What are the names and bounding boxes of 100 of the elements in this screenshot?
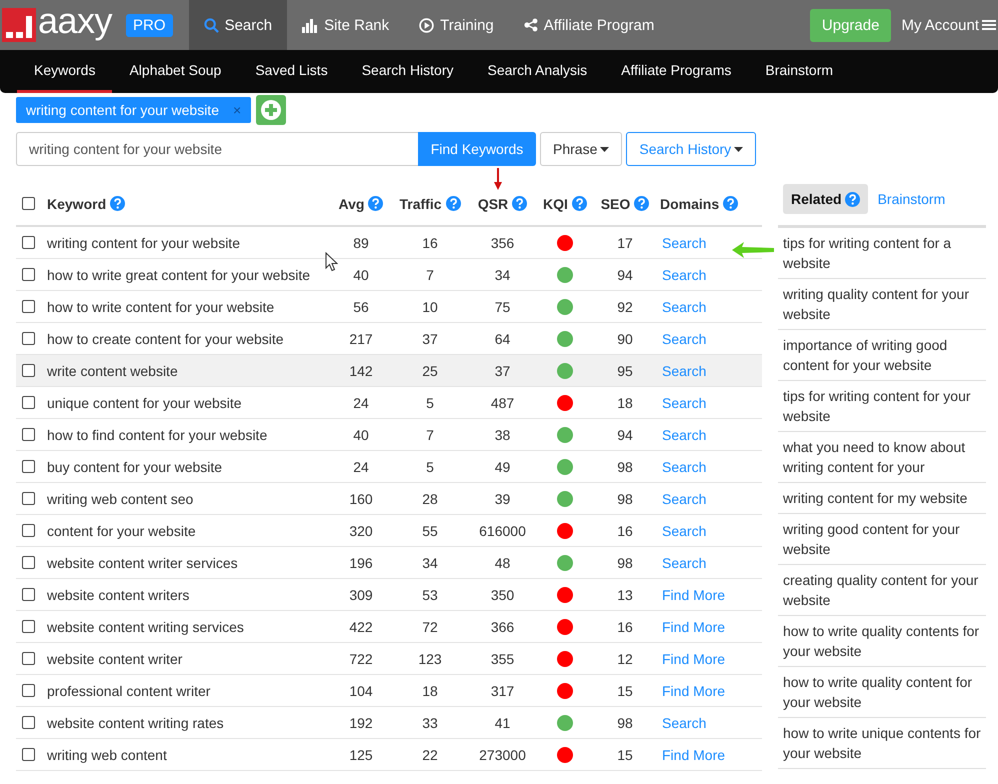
table-row[interactable]: writing web content seo 160 28 39 98 Search [16, 483, 762, 515]
table-cell: 192 [349, 714, 373, 730]
sub-nav-tab[interactable]: Search Analysis [470, 50, 604, 93]
related-keyword[interactable]: tips for writing content for your website [778, 381, 986, 432]
table-cell: 37 [494, 362, 510, 378]
table-row[interactable]: buy content for your website 24 5 49 98 Search [16, 451, 762, 483]
related-keyword[interactable]: importance of writing good content for your website [778, 330, 986, 381]
keyword-cell-text: writing content for your website [47, 234, 241, 250]
table-cell: 98 [617, 554, 633, 570]
phrase-dropdown[interactable]: Phrase [540, 132, 622, 166]
table-cell: 16 [422, 234, 438, 250]
table-row[interactable]: how to find content for your website 40 7 38 94 Search [16, 419, 762, 451]
row-checkbox[interactable] [22, 268, 35, 281]
help-icon[interactable] [110, 196, 126, 211]
table-row[interactable]: website content writing rates 192 33 41 98 Search [16, 707, 762, 739]
bar-chart-icon [302, 18, 318, 32]
row-checkbox[interactable] [22, 364, 35, 377]
table-row[interactable]: how to write content for your website 56 10 75 92 Search [16, 291, 762, 323]
keyword-cell-text: writing web content seo [47, 490, 194, 506]
table-row[interactable]: website content writers 309 53 350 13 Find More [16, 579, 762, 611]
table-row[interactable]: website content writer services 196 34 48 98 Search [16, 547, 762, 579]
row-checkbox[interactable] [22, 396, 35, 409]
row-checkbox[interactable] [22, 684, 35, 697]
row-checkbox[interactable] [22, 620, 35, 633]
row-checkbox[interactable] [22, 652, 35, 665]
help-icon[interactable] [634, 196, 650, 211]
row-checkbox[interactable] [22, 236, 35, 249]
help-icon[interactable] [512, 196, 528, 211]
nav-tab[interactable]: Search [188, 0, 288, 50]
table-row[interactable]: website content writing services 422 72 366 16 Find More [16, 611, 762, 643]
row-checkbox[interactable] [22, 300, 35, 313]
row-checkbox[interactable] [22, 588, 35, 601]
sub-nav-tab[interactable]: Saved Lists [238, 50, 345, 93]
row-checkbox[interactable] [22, 428, 35, 441]
related-keyword[interactable]: what you need to know about writing content for your [778, 432, 986, 483]
table-row[interactable]: unique content for your website 24 5 487 18 Search [16, 387, 762, 419]
row-checkbox[interactable] [22, 492, 35, 505]
table-cell: 5 [426, 394, 434, 410]
sub-nav-tab[interactable]: Keywords [17, 50, 112, 93]
table-cell: 22 [422, 746, 438, 762]
table-row[interactable]: website content writer 722 123 355 12 Find More [16, 643, 762, 675]
row-checkbox[interactable] [22, 716, 35, 729]
table-row[interactable]: how to write great content for your website 40 7 34 94 Search [16, 259, 762, 291]
table-cell: 72 [422, 618, 438, 634]
table-cell: 104 [349, 682, 373, 698]
account-menu[interactable]: My Account [901, 16, 996, 34]
table-row[interactable]: professional content writer 104 18 317 15 Find More [16, 675, 762, 707]
help-icon[interactable] [844, 192, 860, 206]
table-cell: 7 [426, 426, 434, 442]
select-all-checkbox[interactable] [22, 197, 35, 210]
table-cell: 90 [617, 330, 633, 346]
sub-nav-tab[interactable]: Affiliate Programs [604, 50, 748, 93]
column-header: Traffic [399, 196, 442, 212]
search-icon [204, 18, 219, 32]
table-row[interactable]: write content website 142 25 37 95 Search [16, 355, 762, 387]
keyword-cell-text: content for your website [47, 522, 197, 538]
keyword-cell-text: website content writer services [47, 554, 239, 570]
help-icon[interactable] [572, 196, 587, 211]
related-keyword[interactable]: how to write quality content for your website [778, 667, 986, 718]
table-cell: 40 [353, 266, 369, 282]
column-header: QSR [478, 196, 508, 212]
help-icon[interactable] [368, 196, 384, 211]
logo-icon [2, 8, 36, 42]
table-cell: 616000 [479, 522, 526, 538]
table-cell: 94 [617, 426, 633, 442]
nav-tab[interactable]: Site Rank [287, 0, 404, 50]
related-keyword[interactable]: creating quality content for your website [778, 565, 986, 616]
related-keyword[interactable]: writing content for my website [778, 483, 986, 514]
table-row[interactable]: writing web content 125 22 273000 15 Find More [16, 739, 762, 771]
sub-nav-tab[interactable]: Search History [344, 50, 471, 93]
related-keyword[interactable]: writing quality content for your website [778, 279, 986, 330]
sidebar-tab[interactable]: Related [783, 184, 868, 214]
sub-nav-tab[interactable]: Alphabet Soup [112, 50, 238, 93]
table-row[interactable]: content for your website 320 55 616000 16 Search [16, 515, 762, 547]
keyword-cell-text: website content writer [47, 650, 184, 666]
sub-nav-tab[interactable]: Brainstorm [748, 50, 850, 93]
column-header: Avg [338, 196, 364, 212]
row-checkbox[interactable] [22, 748, 35, 761]
table-cell: 53 [422, 586, 438, 602]
table-cell: 38 [494, 426, 510, 442]
help-icon[interactable] [446, 196, 460, 211]
nav-tab[interactable]: Affiliate Program [508, 0, 670, 50]
help-icon[interactable] [723, 196, 738, 211]
arrow-icon [494, 168, 502, 190]
keyword-cell-text: website content writing services [47, 618, 245, 634]
row-checkbox[interactable] [22, 556, 35, 569]
table-cell: 7 [426, 266, 434, 282]
keyword-cell-text: unique content for your website [47, 394, 243, 410]
row-checkbox[interactable] [22, 332, 35, 345]
related-keyword[interactable]: how to write unique contents for your website [778, 718, 986, 769]
row-checkbox[interactable] [22, 460, 35, 473]
related-keyword[interactable]: tips for writing content for a website [778, 228, 986, 279]
table-cell: 25 [422, 362, 438, 378]
nav-tab[interactable]: Training [404, 0, 509, 50]
search-field[interactable]: writing content for your website [16, 132, 418, 166]
related-keyword[interactable]: how to write quality contents for your website [778, 616, 986, 667]
row-checkbox[interactable] [22, 524, 35, 537]
related-keyword[interactable]: writing good content for your website [778, 514, 986, 565]
pro-badge: PRO [126, 14, 173, 36]
table-cell: 49 [494, 458, 510, 474]
